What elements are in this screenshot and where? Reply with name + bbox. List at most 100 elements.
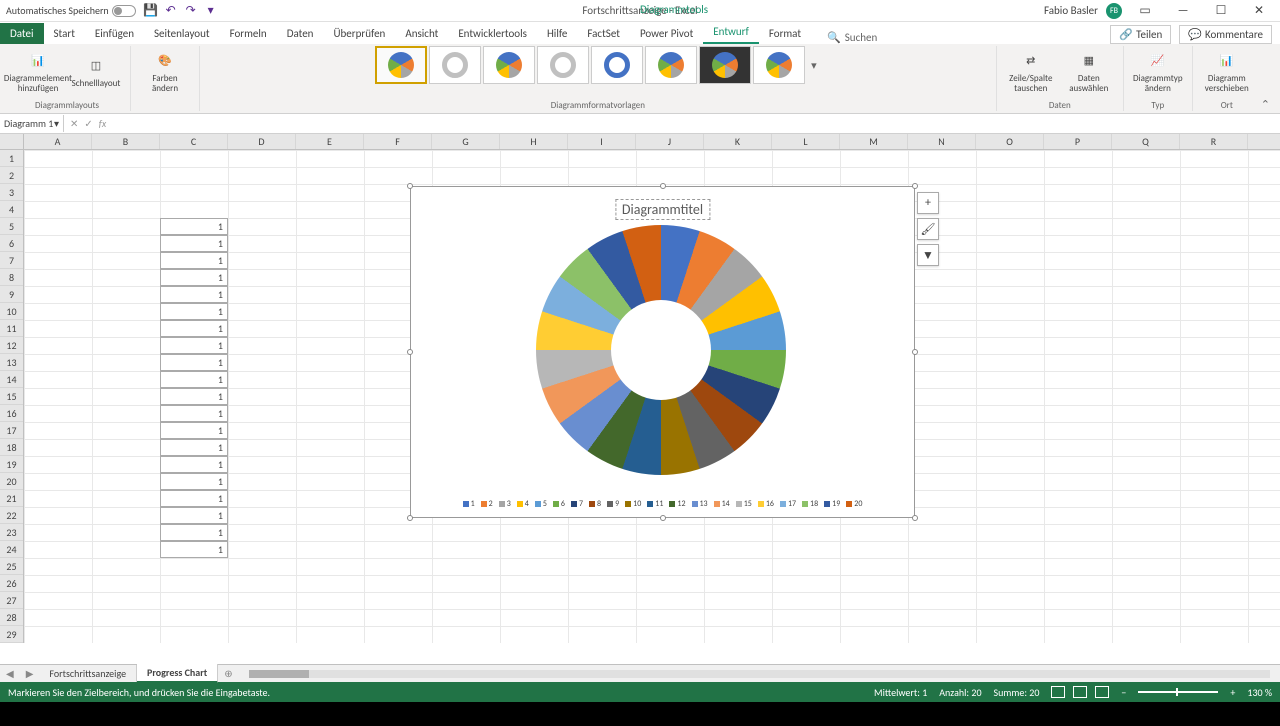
col-header[interactable]: P xyxy=(1044,134,1112,149)
data-cell[interactable]: 1 xyxy=(160,473,228,490)
col-header[interactable]: C xyxy=(160,134,228,149)
tab-start[interactable]: Start xyxy=(44,23,85,44)
tab-format[interactable]: Format xyxy=(759,23,811,44)
legend-item[interactable]: 6 xyxy=(553,499,565,509)
legend-item[interactable]: 9 xyxy=(607,499,619,509)
chart-elements-button[interactable]: + xyxy=(917,192,939,214)
row-header[interactable]: 9 xyxy=(0,286,23,303)
change-colors-button[interactable]: 🎨 Farben ändern xyxy=(137,46,193,96)
share-button[interactable]: 🔗 Teilen xyxy=(1110,25,1171,44)
row-header[interactable]: 15 xyxy=(0,388,23,405)
tab-hilfe[interactable]: Hilfe xyxy=(537,23,577,44)
legend-item[interactable]: 12 xyxy=(669,499,685,509)
chart-object[interactable]: Diagrammtitel 12345678910111213141516171… xyxy=(410,186,915,518)
row-header[interactable]: 19 xyxy=(0,456,23,473)
tab-datei[interactable]: Datei xyxy=(0,23,44,44)
gallery-more-icon[interactable]: ▾ xyxy=(807,59,821,72)
col-header[interactable]: R xyxy=(1180,134,1248,149)
sheet-area[interactable]: ABCDEFGHIJKLMNOPQR 123456789101112131415… xyxy=(0,134,1280,664)
row-header[interactable]: 7 xyxy=(0,252,23,269)
data-cell[interactable]: 1 xyxy=(160,337,228,354)
avatar[interactable]: FB xyxy=(1106,3,1122,19)
chart-style-3[interactable] xyxy=(483,46,535,84)
chart-legend[interactable]: 1234567891011121314151617181920 xyxy=(411,499,914,509)
move-chart-button[interactable]: 📊 Diagramm verschieben xyxy=(1199,46,1255,96)
data-cell[interactable]: 1 xyxy=(160,439,228,456)
zoom-level[interactable]: 130 % xyxy=(1247,686,1272,699)
chart-style-4[interactable] xyxy=(537,46,589,84)
legend-item[interactable]: 11 xyxy=(647,499,663,509)
row-header[interactable]: 18 xyxy=(0,439,23,456)
row-header[interactable]: 26 xyxy=(0,575,23,592)
data-cell[interactable]: 1 xyxy=(160,354,228,371)
change-chart-type-button[interactable]: 📈 Diagrammtyp ändern xyxy=(1130,46,1186,96)
cancel-formula-icon[interactable]: ✕ xyxy=(70,117,78,130)
col-header[interactable]: Q xyxy=(1112,134,1180,149)
data-cell[interactable]: 1 xyxy=(160,388,228,405)
view-mode-icons[interactable] xyxy=(1051,686,1109,698)
col-header[interactable]: A xyxy=(24,134,92,149)
ribbon-display-icon[interactable]: ▭ xyxy=(1130,3,1160,18)
quick-layout-button[interactable]: ◫ Schnelllayout xyxy=(68,51,124,91)
comments-button[interactable]: 💬 Kommentare xyxy=(1179,25,1272,44)
tab-entwicklertools[interactable]: Entwicklertools xyxy=(448,23,537,44)
chart-style-8[interactable] xyxy=(753,46,805,84)
row-header[interactable]: 22 xyxy=(0,507,23,524)
col-header[interactable]: L xyxy=(772,134,840,149)
chart-style-7[interactable] xyxy=(699,46,751,84)
user-name[interactable]: Fabio Basler xyxy=(1044,4,1098,17)
search-box[interactable]: 🔍 Suchen xyxy=(827,31,877,44)
col-header[interactable]: K xyxy=(704,134,772,149)
row-header[interactable]: 8 xyxy=(0,269,23,286)
data-cell[interactable]: 1 xyxy=(160,303,228,320)
new-sheet-icon[interactable]: ⊕ xyxy=(218,667,238,680)
sheet-tab-1[interactable]: Fortschrittsanzeige xyxy=(39,665,137,682)
row-header[interactable]: 28 xyxy=(0,609,23,626)
row-header[interactable]: 17 xyxy=(0,422,23,439)
col-header[interactable]: H xyxy=(500,134,568,149)
row-header[interactable]: 29 xyxy=(0,626,23,643)
tab-powerpivot[interactable]: Power Pivot xyxy=(630,23,703,44)
col-header[interactable]: N xyxy=(908,134,976,149)
data-cell[interactable]: 1 xyxy=(160,252,228,269)
select-data-button[interactable]: ▦ Daten auswählen xyxy=(1061,46,1117,96)
save-icon[interactable]: 💾 xyxy=(144,4,158,18)
row-header[interactable]: 1 xyxy=(0,150,23,167)
legend-item[interactable]: 16 xyxy=(758,499,774,509)
enter-formula-icon[interactable]: ✓ xyxy=(84,117,92,130)
data-cell[interactable]: 1 xyxy=(160,269,228,286)
col-header[interactable]: D xyxy=(228,134,296,149)
undo-icon[interactable]: ↶ xyxy=(164,4,178,18)
row-header[interactable]: 2 xyxy=(0,167,23,184)
sheet-nav-next-icon[interactable]: ▶ xyxy=(20,667,40,680)
data-cell[interactable]: 1 xyxy=(160,524,228,541)
data-cell[interactable]: 1 xyxy=(160,541,228,558)
fx-icon[interactable]: fx xyxy=(99,117,106,130)
col-header[interactable]: B xyxy=(92,134,160,149)
row-header[interactable]: 5 xyxy=(0,218,23,235)
row-header[interactable]: 23 xyxy=(0,524,23,541)
legend-item[interactable]: 15 xyxy=(736,499,752,509)
chart-filters-button[interactable]: ▼ xyxy=(917,244,939,266)
col-header[interactable]: M xyxy=(840,134,908,149)
col-header[interactable]: I xyxy=(568,134,636,149)
tab-ueberpruefen[interactable]: Überprüfen xyxy=(323,23,395,44)
legend-item[interactable]: 8 xyxy=(589,499,601,509)
tab-ansicht[interactable]: Ansicht xyxy=(395,23,448,44)
zoom-slider[interactable] xyxy=(1138,691,1218,693)
legend-item[interactable]: 20 xyxy=(846,499,862,509)
col-header[interactable]: F xyxy=(364,134,432,149)
redo-icon[interactable]: ↷ xyxy=(184,4,198,18)
chart-style-5[interactable] xyxy=(591,46,643,84)
zoom-out-icon[interactable]: − xyxy=(1121,686,1126,699)
sheet-nav-prev-icon[interactable]: ◀ xyxy=(0,667,20,680)
row-header[interactable]: 21 xyxy=(0,490,23,507)
row-header[interactable]: 10 xyxy=(0,303,23,320)
chart-style-2[interactable] xyxy=(429,46,481,84)
data-cell[interactable]: 1 xyxy=(160,235,228,252)
autosave-toggle[interactable]: Automatisches Speichern xyxy=(6,4,136,17)
col-header[interactable]: G xyxy=(432,134,500,149)
row-header[interactable]: 13 xyxy=(0,354,23,371)
name-box[interactable]: Diagramm 1▾ xyxy=(0,115,64,132)
data-cell[interactable]: 1 xyxy=(160,218,228,235)
